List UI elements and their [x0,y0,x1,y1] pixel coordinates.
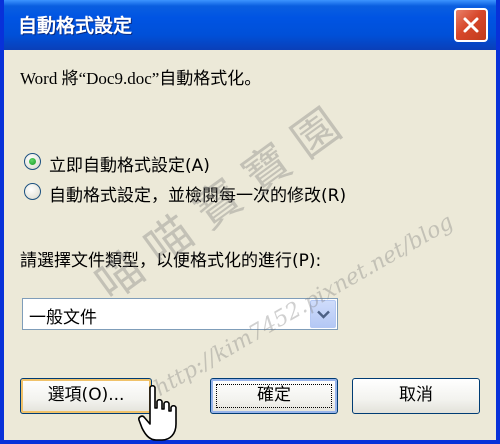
radio-selected-dot [29,158,36,165]
ok-button[interactable]: 確定 [210,378,338,414]
close-icon [463,17,479,33]
options-button[interactable]: 選項(O)... [20,378,152,414]
options-button-label: 選項(O)... [47,385,125,405]
dialog-window: 自動格式設定 Word 將“Doc9.doc”自動格式化。 立即自動格式設定(A… [0,0,500,444]
chevron-down-icon [317,310,330,319]
doc-type-value: 一般文件 [29,308,97,328]
cancel-button[interactable]: 取消 [352,378,480,414]
doc-type-select[interactable]: 一般文件 [22,298,338,330]
dropdown-arrow-button[interactable] [310,300,336,328]
dialog-title: 自動格式設定 [18,15,133,37]
radio-label-now: 立即自動格式設定(A) [49,156,210,176]
hand-pointer-icon [138,384,177,441]
close-button[interactable] [454,8,488,42]
radio-label-review: 自動格式設定，並檢閱每一次的修改(R) [49,186,347,206]
doc-type-label: 請選擇文件類型，以便格式化的進行(P): [20,251,322,271]
radio-button[interactable] [24,153,41,170]
radio-button[interactable] [24,183,41,200]
ok-button-label: 確定 [257,385,291,405]
title-bar[interactable]: 自動格式設定 [4,0,496,50]
cancel-button-label: 取消 [399,385,433,405]
dialog-message: Word 將“Doc9.doc”自動格式化。 [20,69,262,88]
